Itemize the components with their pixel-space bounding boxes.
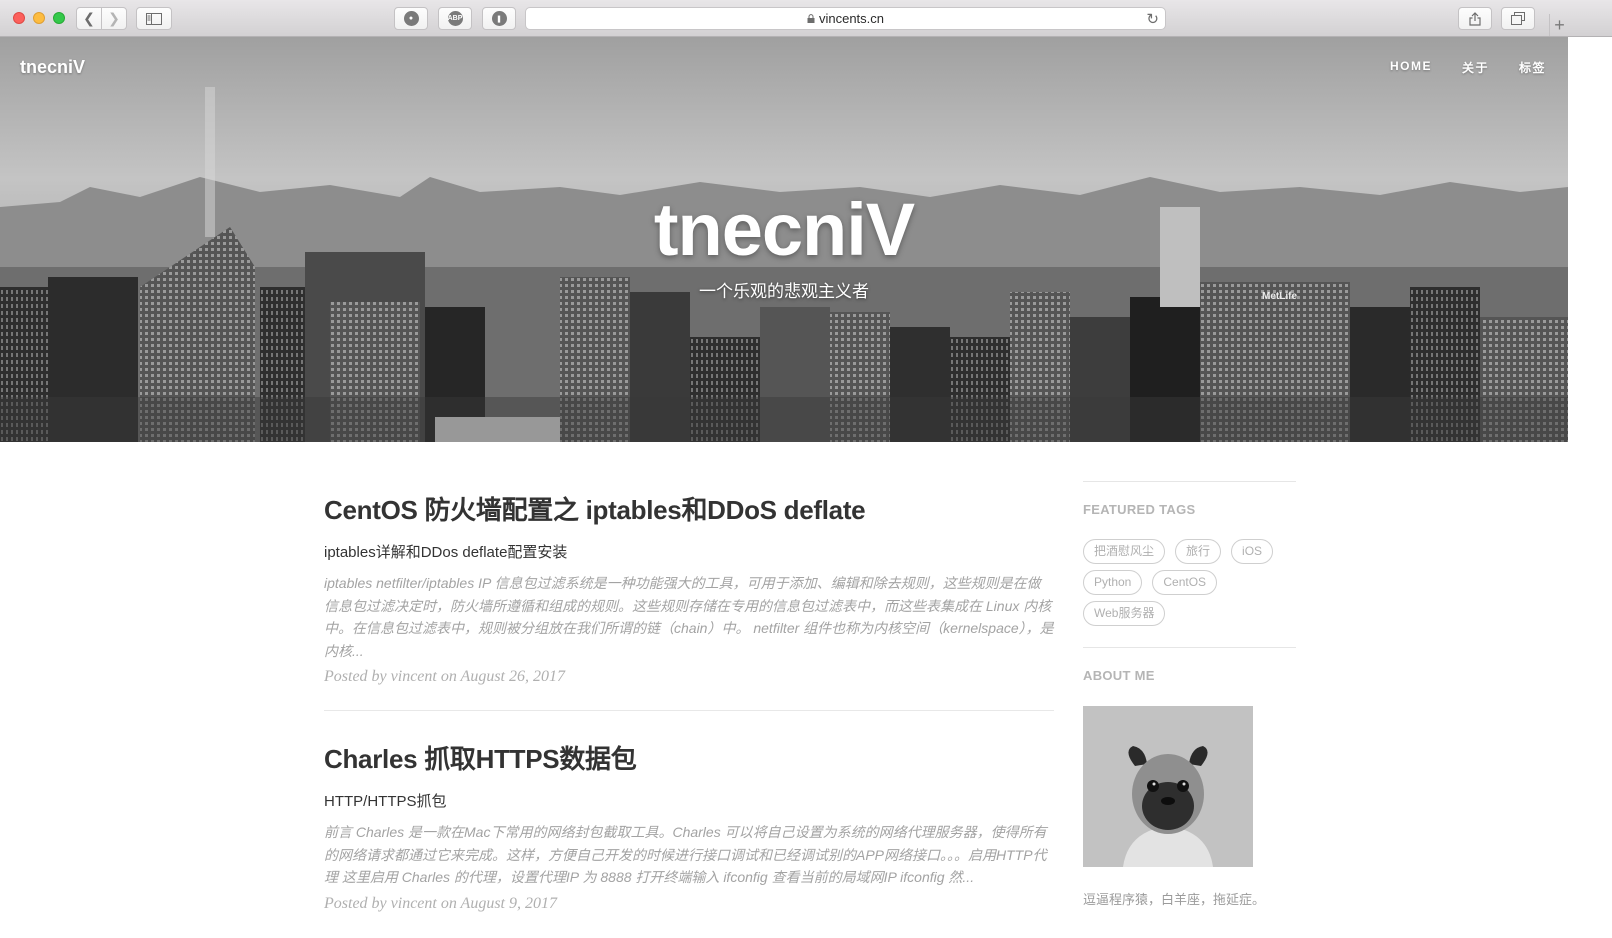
hero-subtitle: 一个乐观的悲观主义者 [699, 282, 869, 301]
featured-tags-list: 把酒慰风尘 旅行 iOS Python CentOS Web服务器 [1083, 539, 1296, 632]
post-meta: Posted by vincent on August 26, 2017 [324, 668, 565, 685]
about-me-text: 逗逼程序猿，白羊座，拖延症。 [1083, 892, 1266, 907]
lock-icon [807, 14, 815, 23]
post-preview[interactable]: Charles 抓取HTTPS数据包 HTTP/HTTPS抓包 前言 Charl… [324, 739, 1054, 913]
tag-link[interactable]: Python [1083, 570, 1143, 595]
chevron-right-icon: ❯ [108, 10, 120, 26]
hero-header: MetLife tnecniV HOME 关于 标签 tnecniV 一个乐观的… [0, 37, 1568, 442]
password-extension-button[interactable]: ❚ [482, 7, 516, 30]
pug-photo [1083, 706, 1253, 867]
plus-icon: + [1554, 15, 1565, 35]
new-tab-button[interactable]: + [1549, 14, 1569, 36]
adblock-extension-button[interactable]: ABP [438, 7, 472, 30]
tag-link[interactable]: iOS [1231, 539, 1274, 564]
browser-toolbar: ❮ ❯ ● ABP ❚ vincents.cn ↻ + [0, 0, 1612, 37]
ghostery-icon: ● [403, 11, 419, 26]
zoom-window-button[interactable] [53, 12, 65, 24]
sidebar-divider [1083, 481, 1296, 482]
post-title[interactable]: Charles 抓取HTTPS数据包 [324, 739, 1054, 776]
close-window-button[interactable] [13, 12, 25, 24]
site-brand-link[interactable]: tnecniV [20, 57, 85, 78]
top-navigation: HOME 关于 标签 [1360, 59, 1546, 76]
about-me-heading: ABOUT ME [1083, 668, 1155, 683]
post-meta: Posted by vincent on August 9, 2017 [324, 894, 557, 912]
share-button[interactable] [1458, 7, 1492, 30]
nav-tags-link[interactable]: 标签 [1519, 59, 1546, 76]
sidebar-icon [146, 12, 162, 25]
adblock-plus-icon: ABP [447, 11, 463, 26]
page-scrollbar-track [1568, 37, 1612, 938]
post-excerpt[interactable]: iptables netfilter/iptables IP 信息包过滤系统是一… [324, 572, 1054, 662]
1password-icon: ❚ [491, 11, 507, 26]
url-text: vincents.cn [818, 11, 885, 26]
tabs-icon [1511, 12, 1525, 25]
address-bar[interactable]: vincents.cn ↻ [525, 7, 1166, 30]
tag-link[interactable]: CentOS [1152, 570, 1218, 595]
nav-about-link[interactable]: 关于 [1462, 59, 1489, 76]
post-subtitle[interactable]: HTTP/HTTPS抓包 [324, 790, 1054, 811]
nav-home-link[interactable]: HOME [1390, 59, 1432, 76]
reload-icon[interactable]: ↻ [1146, 10, 1159, 28]
sidebar-toggle-button[interactable] [136, 7, 172, 30]
post-excerpt[interactable]: 前言 Charles 是一款在Mac下常用的网络封包截取工具。Charles 可… [324, 821, 1054, 889]
sidebar-divider [1083, 647, 1296, 648]
ghostery-extension-button[interactable]: ● [394, 7, 428, 30]
share-icon [1469, 11, 1481, 26]
tag-link[interactable]: 把酒慰风尘 [1083, 539, 1166, 564]
post-divider [324, 710, 1054, 711]
hero-title: tnecniV [653, 188, 915, 271]
back-button[interactable]: ❮ [76, 7, 102, 30]
minimize-window-button[interactable] [33, 12, 45, 24]
post-subtitle[interactable]: iptables详解和DDos deflate配置安装 [324, 541, 1054, 562]
post-title[interactable]: CentOS 防火墙配置之 iptables和DDoS deflate [324, 490, 1054, 527]
chevron-left-icon: ❮ [83, 10, 95, 26]
forward-button[interactable]: ❯ [101, 7, 127, 30]
tag-link[interactable]: Web服务器 [1083, 601, 1166, 626]
show-tabs-button[interactable] [1501, 7, 1535, 30]
tag-link[interactable]: 旅行 [1175, 539, 1222, 564]
post-preview[interactable]: CentOS 防火墙配置之 iptables和DDoS deflate ipta… [324, 490, 1054, 686]
avatar [1083, 706, 1253, 867]
featured-tags-heading: FEATURED TAGS [1083, 502, 1196, 517]
